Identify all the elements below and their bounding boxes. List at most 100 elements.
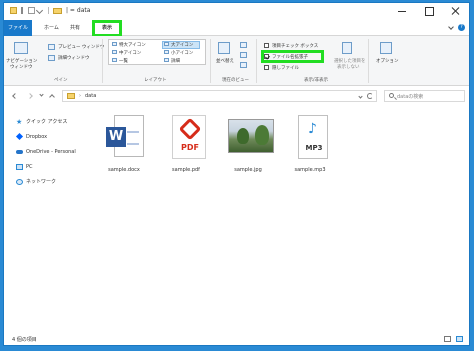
preview-pane-icon <box>48 44 55 50</box>
image-thumbnail <box>228 115 274 163</box>
divider <box>256 39 257 83</box>
layout-large[interactable]: 大アイコン <box>164 42 193 48</box>
layout-icon <box>164 50 169 54</box>
layout-gallery: 特大アイコン 大アイコン 中アイコン 小アイコン 一覧 詳細 <box>108 39 206 65</box>
star-icon: ★ <box>16 118 23 126</box>
details-pane-icon <box>48 55 55 61</box>
large-icons-view-icon[interactable] <box>456 336 463 342</box>
details-pane-button[interactable]: 詳細ウィンドウ <box>58 55 90 61</box>
nav-pane-button[interactable]: ナビゲーション ウィンドウ <box>6 58 37 70</box>
file-name: sample.jpg <box>234 167 262 173</box>
file-name: sample.mp3 <box>294 167 326 173</box>
layout-list[interactable]: 一覧 <box>112 58 128 64</box>
ribbon-tabs: ファイル ホーム 共有 表示 ? <box>4 20 469 37</box>
cloud-icon <box>16 150 23 154</box>
file-list: W sample.docx PDF sample.pdf sample.jpg <box>90 107 469 332</box>
divider <box>21 7 23 14</box>
window-title: data <box>76 7 91 14</box>
address-input[interactable]: › data <box>62 90 377 102</box>
recent-locations-icon[interactable] <box>39 92 44 97</box>
hidden-items-toggle[interactable] <box>264 65 269 70</box>
tab-share[interactable]: 共有 <box>66 22 84 35</box>
nav-item-network[interactable]: ネットワーク <box>10 177 90 187</box>
music-note-icon: ♪ <box>308 121 317 137</box>
preview-pane-button[interactable]: プレビュー ウィンドウ <box>58 44 104 50</box>
dropbox-icon <box>15 132 24 141</box>
file-item[interactable]: ♪ MP3 sample.mp3 <box>282 115 338 185</box>
search-icon <box>389 93 394 98</box>
nav-item-pc[interactable]: PC <box>10 162 90 172</box>
refresh-icon[interactable] <box>367 93 373 99</box>
tab-file[interactable]: ファイル <box>4 20 32 36</box>
ribbon: ナビゲーション ウィンドウ プレビュー ウィンドウ 詳細ウィンドウ ペイン 特大… <box>4 36 469 86</box>
navigation-pane: ★ クイック アクセス Dropbox OneDrive - Personal … <box>4 107 90 332</box>
group-label-current-view: 現在のビュー <box>222 78 249 83</box>
details-view-icon[interactable] <box>444 336 451 342</box>
properties-icon[interactable] <box>28 7 35 14</box>
file-name: sample.pdf <box>172 167 200 173</box>
file-item[interactable]: PDF sample.pdf <box>158 115 214 185</box>
layout-icon <box>112 50 117 54</box>
options-button[interactable]: オプション <box>376 58 399 64</box>
divider <box>210 39 211 83</box>
check-icon[interactable] <box>35 6 44 15</box>
layout-details[interactable]: 詳細 <box>164 58 180 64</box>
status-bar: 4 個の項目 <box>4 332 469 345</box>
maximize-button[interactable] <box>416 3 442 20</box>
folder-icon <box>67 93 75 99</box>
divider <box>368 39 369 83</box>
layout-medium[interactable]: 中アイコン <box>112 50 141 56</box>
back-arrow-icon[interactable] <box>12 93 18 99</box>
layout-icon <box>164 42 169 46</box>
hidden-items-label: 隠しファイル <box>272 66 299 71</box>
network-icon <box>16 179 23 185</box>
nav-item-onedrive[interactable]: OneDrive - Personal <box>10 147 90 157</box>
item-checkbox-label: 項目チェック ボックス <box>272 44 319 49</box>
explorer-window: | = data ファイル ホーム 共有 表示 ? ナビゲーション ウィンドウ … <box>3 2 470 346</box>
search-placeholder: dataの検索 <box>397 94 424 100</box>
divider <box>102 39 103 83</box>
up-arrow-icon[interactable] <box>49 94 55 100</box>
close-button[interactable] <box>443 3 469 20</box>
item-checkbox-toggle[interactable] <box>264 43 269 48</box>
file-item[interactable]: sample.jpg <box>220 115 276 185</box>
address-bar: › data dataの検索 <box>4 87 469 105</box>
breadcrumb-separator: › <box>79 93 81 99</box>
file-extension-highlight <box>261 50 324 63</box>
item-count: 4 個の項目 <box>12 337 37 343</box>
title-bar: | = data <box>4 3 469 20</box>
nav-item-quick-access[interactable]: ★ クイック アクセス <box>10 117 90 127</box>
pc-icon <box>16 164 23 170</box>
sort-button[interactable]: 並べ替え <box>216 58 234 64</box>
layout-icon <box>112 58 117 62</box>
tab-view[interactable]: 表示 <box>92 20 122 37</box>
group-by-icon[interactable] <box>240 42 247 48</box>
file-name: sample.docx <box>108 167 140 173</box>
add-columns-icon[interactable] <box>240 52 247 58</box>
folder-icon <box>53 8 62 14</box>
layout-icon <box>112 42 117 46</box>
breadcrumb-data[interactable]: data <box>85 93 96 99</box>
chevron-down-icon[interactable] <box>358 94 363 99</box>
audio-file-icon: ♪ MP3 <box>290 115 330 163</box>
group-label-show-hide: 表示/非表示 <box>304 78 329 83</box>
tab-home[interactable]: ホーム <box>40 22 63 35</box>
forward-arrow-icon[interactable] <box>27 93 33 99</box>
options-icon <box>380 42 392 54</box>
chevron-down-icon[interactable] <box>448 24 454 30</box>
file-item[interactable]: W sample.docx <box>96 115 152 185</box>
help-icon[interactable]: ? <box>458 24 465 31</box>
hide-selected-button[interactable]: 選択した項目を 表示しない <box>334 58 366 70</box>
layout-small[interactable]: 小アイコン <box>164 50 193 56</box>
minimize-button[interactable] <box>389 3 415 20</box>
layout-extra-large[interactable]: 特大アイコン <box>112 42 146 48</box>
folder-icon <box>10 7 17 14</box>
divider <box>48 7 49 14</box>
fit-columns-icon[interactable] <box>240 62 247 68</box>
title-separator: | = <box>66 7 75 14</box>
navigation-pane-icon <box>14 42 28 54</box>
word-file-icon: W <box>104 115 144 163</box>
group-label-pane: ペイン <box>54 78 68 83</box>
nav-item-dropbox[interactable]: Dropbox <box>10 132 90 142</box>
search-input[interactable]: dataの検索 <box>384 90 465 102</box>
